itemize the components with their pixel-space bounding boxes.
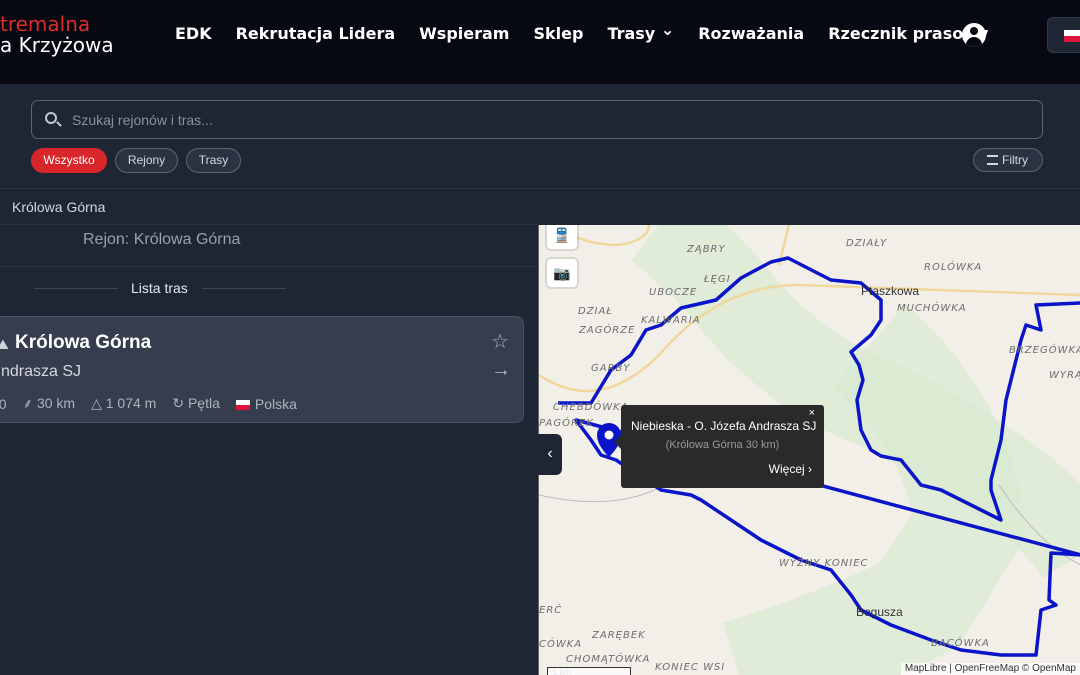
map-label: WYŻNY KONIEC [779, 558, 869, 569]
map-label: MUCHÓWKA [897, 303, 967, 314]
distance: ⸙ 30 km [23, 394, 76, 413]
top-navbar: tremalna a Krzyżowa EDK Rekrutacja Lider… [0, 0, 1080, 84]
mountain-icon: ⛰ [0, 336, 9, 352]
map-label: KONIEC WSI [655, 662, 726, 673]
filters-button[interactable]: Filtry [973, 148, 1043, 172]
popup-title: Niebieska - O. Józefa Andrasza SJ [631, 419, 817, 433]
collapse-panel-button[interactable]: ‹ [538, 434, 562, 475]
town-label: Bogusza [856, 605, 903, 619]
nav-wspieram[interactable]: Wspieram [419, 24, 509, 43]
search-icon [45, 112, 57, 124]
route-subtitle: ndrasza SJ [1, 363, 82, 380]
route-card[interactable]: ⛰ Królowa Górna ndrasza SJ 00 ⸙ 30 km △ … [0, 316, 524, 423]
mountain-outline-icon: △ [91, 395, 106, 411]
popup-subtitle: (Królowa Górna 30 km) [665, 439, 780, 451]
map-label: WYRĄB [1049, 370, 1080, 381]
search-section: Wszystko Rejony Trasy Filtry [0, 84, 1080, 189]
nav-sklep[interactable]: Sklep [533, 24, 583, 43]
distance-value: 30 km [36, 395, 76, 411]
breadcrumb[interactable]: Królowa Górna [12, 199, 105, 215]
map-label: ZĄBRY [687, 244, 726, 255]
country: Polska [235, 395, 297, 412]
map-label: ZARĘBEK [592, 630, 646, 641]
nav-edk[interactable]: EDK [175, 24, 212, 43]
nav-trasy[interactable]: Trasy ⌄ [607, 20, 674, 43]
language-selector[interactable] [1047, 17, 1080, 53]
nav-rekrutacja[interactable]: Rekrutacja Lidera [236, 24, 396, 43]
nav-rozwazania[interactable]: Rozważania [698, 24, 804, 43]
logo-line-2: a Krzyżowa [0, 33, 114, 57]
list-heading: Lista tras [0, 279, 538, 297]
route-type: ↻ Pętla [172, 395, 220, 412]
nav-trasy-label: Trasy [607, 24, 656, 43]
country-value: Polska [254, 395, 297, 412]
map-label: DZIAŁY [846, 238, 888, 249]
route-title: Królowa Górna [15, 332, 152, 353]
divider [34, 288, 118, 289]
search-box [31, 100, 1043, 139]
town-label: Ptaszkowa [861, 284, 920, 298]
chevron-left-icon: ‹ [547, 445, 553, 462]
map-label: UBOCZE [649, 287, 698, 298]
map-label: DZIAŁ [578, 306, 613, 317]
camera-icon[interactable]: 📷 [547, 259, 577, 287]
map-attribution[interactable]: MapLibre | OpenFreeMap © OpenMap [900, 663, 1080, 675]
divider [202, 288, 286, 289]
list-title: Lista tras [131, 280, 188, 296]
chevron-down-icon: ⌄ [660, 20, 675, 39]
map-label: KALWARIA [641, 315, 701, 326]
route-type-value: Pętla [187, 395, 220, 411]
map-label: GARBY [591, 363, 631, 374]
filter-chip-all[interactable]: Wszystko [31, 148, 107, 173]
map-label: BACÓWKA [931, 638, 990, 649]
map-label: ROLÓWKA [924, 262, 983, 273]
close-icon[interactable]: × [809, 407, 815, 419]
favorite-star-icon[interactable]: ☆ [491, 329, 509, 354]
elevation-start: 00 [0, 395, 7, 412]
route-popup: × Niebieska - O. Józefa Andrasza SJ (Kró… [614, 405, 824, 488]
logo[interactable]: tremalna a Krzyżowa [0, 14, 114, 56]
region-label: Rejon: Królowa Górna [83, 231, 241, 248]
main-nav: EDK Rekrutacja Lidera Wspieram Sklep Tra… [175, 20, 988, 43]
sliders-icon [987, 155, 998, 165]
search-input[interactable] [72, 101, 972, 138]
logo-line-1: tremalna [0, 12, 91, 36]
polish-flag-icon [1064, 30, 1080, 42]
map-label: CHEBDÓWKA [553, 402, 629, 413]
map-label: BRZEGÓWKA [1009, 345, 1080, 356]
filters-label: Filtry [1002, 153, 1028, 167]
popup-more-link[interactable]: Więcej › [769, 462, 812, 476]
filter-chip-routes[interactable]: Trasy [186, 148, 241, 173]
route-icon: ⸙ [22, 395, 37, 411]
filter-chip-regions[interactable]: Rejony [115, 148, 178, 173]
map-label: CÓWKA [539, 639, 583, 650]
map-label: ŁĘGI [704, 274, 731, 285]
ascent-value: 1 074 m [105, 395, 157, 411]
route-list-panel: Rejon: Królowa Górna Lista tras ⛰ Królow… [0, 225, 538, 675]
route-meta: 00 ⸙ 30 km △ 1 074 m ↻ Pętla Polska [0, 394, 297, 413]
arrow-right-icon[interactable]: → [491, 359, 511, 382]
polish-flag-icon [235, 399, 250, 410]
ascent: △ 1 074 m [91, 395, 156, 412]
divider [0, 266, 538, 267]
map-label: ERĆ [539, 605, 563, 616]
map-label: CHOMĄTÓWKA [566, 654, 651, 665]
map-scale: 1 km [547, 667, 631, 675]
transit-toggle-icon[interactable]: 🚆 [547, 225, 577, 249]
user-account-icon[interactable] [962, 23, 986, 47]
map-label: PAGÓREK [539, 418, 594, 429]
loop-icon: ↻ [172, 395, 188, 411]
map-label: ZAGÓRZE [579, 325, 636, 336]
